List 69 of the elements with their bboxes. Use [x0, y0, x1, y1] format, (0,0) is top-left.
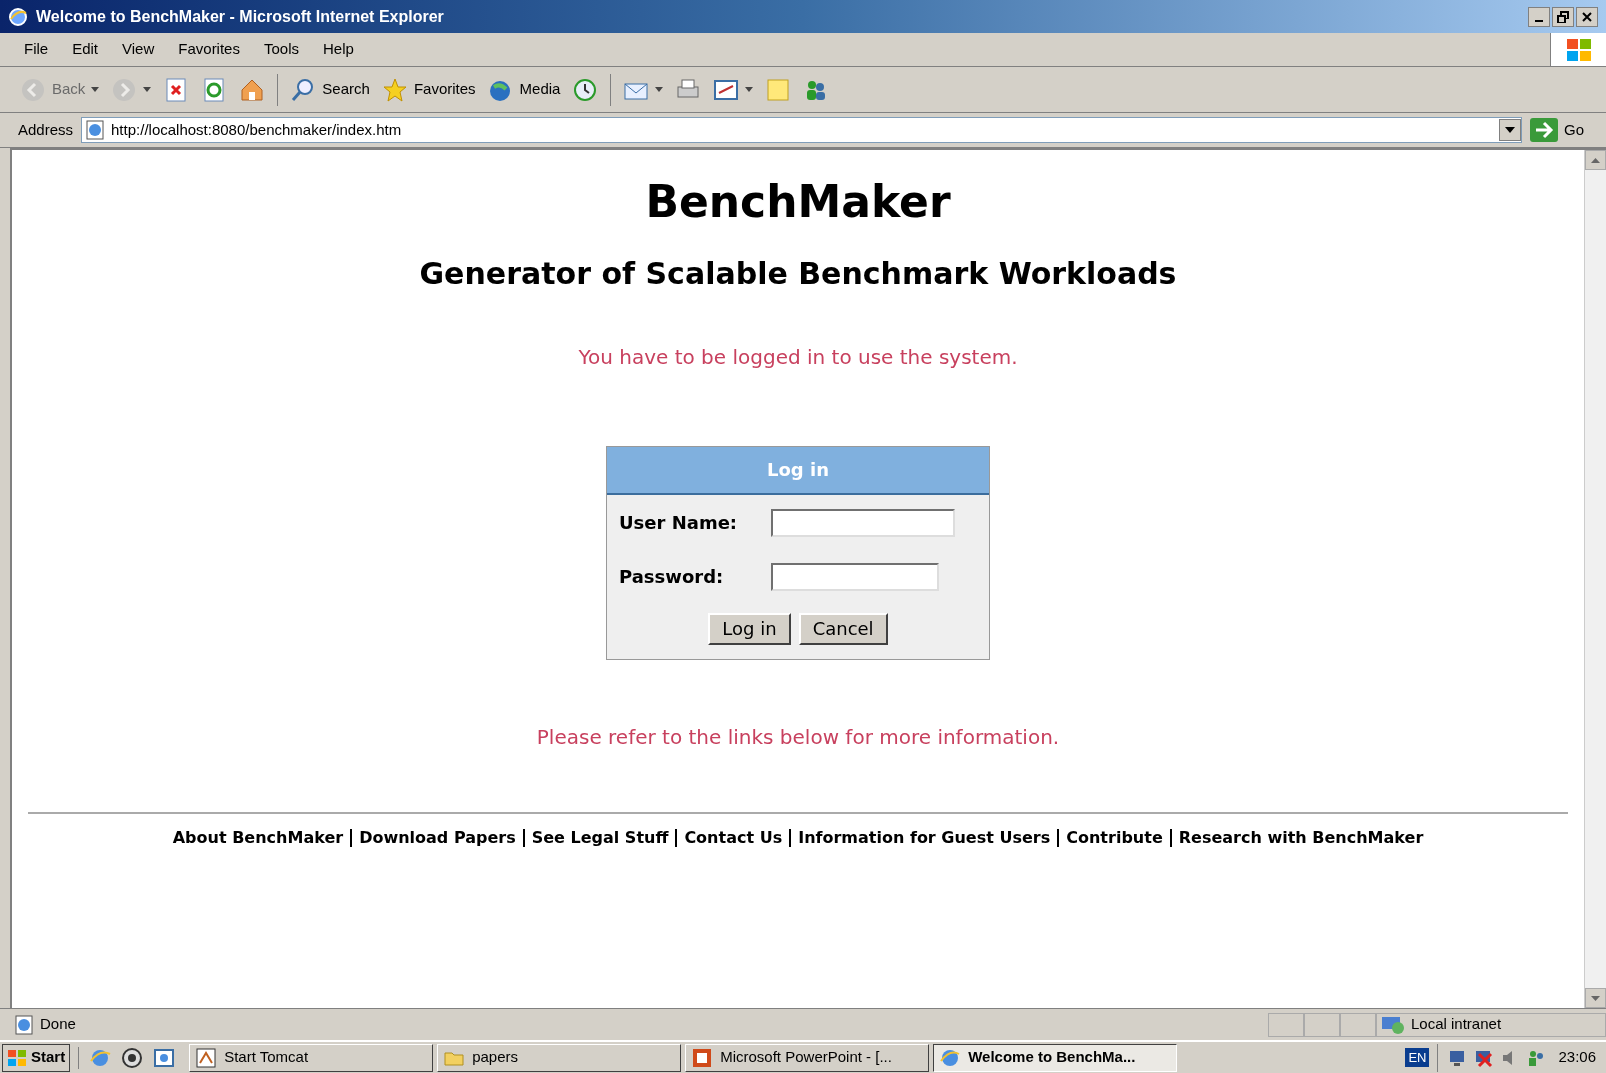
page-icon — [14, 1014, 34, 1035]
caret-icon — [655, 87, 664, 92]
caret-icon — [745, 87, 754, 92]
start-button[interactable]: Start — [2, 1043, 71, 1072]
menu-item[interactable]: Favorites — [166, 38, 252, 61]
caret-icon — [1505, 127, 1515, 133]
scroll-down-button[interactable] — [1585, 988, 1606, 1008]
up-arrow-icon — [1591, 157, 1600, 163]
caret-icon — [91, 87, 100, 92]
taskbar-button[interactable]: Start Tomcat — [189, 1043, 434, 1072]
address-label: Address — [18, 119, 74, 140]
taskbar-button[interactable]: papers — [437, 1043, 682, 1072]
slide-icon — [692, 1047, 713, 1068]
close-icon — [1582, 11, 1592, 22]
login-required-message: You have to be logged in to use the system. — [578, 343, 1018, 371]
address-field[interactable]: http://localhost:8080/benchmaker/index.htm — [81, 117, 1522, 143]
clock-icon — [572, 76, 599, 103]
footer-link[interactable]: Contact Us — [684, 825, 783, 850]
menu-item[interactable]: Tools — [251, 38, 311, 61]
dropdown-button[interactable] — [1499, 119, 1521, 141]
footer-link[interactable]: About BenchMaker — [172, 825, 344, 850]
network-icon — [1381, 1014, 1405, 1035]
taskbar-button[interactable]: Microsoft PowerPoint - [... — [685, 1043, 930, 1072]
star-icon — [381, 76, 408, 103]
field-label: Password: — [619, 565, 725, 590]
down-arrow-icon — [1591, 995, 1600, 1001]
footer-link[interactable]: Research with BenchMaker — [1178, 825, 1424, 850]
picture-frame-icon — [196, 1047, 217, 1068]
status-panel — [1304, 1012, 1340, 1037]
menu-item[interactable]: View — [110, 38, 167, 61]
window-title: Welcome to BenchMaker - Microsoft Internet Explorer — [36, 6, 444, 27]
desktop-icon[interactable] — [153, 1046, 176, 1069]
menu-item[interactable]: Help — [311, 38, 366, 61]
scroll-up-button[interactable] — [1585, 150, 1606, 170]
info-message: Please refer to the links below for more information. — [536, 723, 1060, 751]
browser-icon — [8, 6, 28, 27]
toolbar-search-button[interactable]: Search — [286, 71, 374, 108]
taskbar-button[interactable]: Welcome to BenchMa... — [933, 1043, 1178, 1072]
login-header: Log in — [607, 446, 989, 495]
go-button[interactable]: Go — [1530, 118, 1588, 142]
menu-item[interactable]: Edit — [60, 38, 111, 61]
note-icon — [765, 76, 792, 103]
login-form-button[interactable]: Cancel — [798, 612, 888, 645]
caret-icon — [143, 87, 152, 92]
toolbar-media-button[interactable]: Media — [483, 71, 565, 108]
password-field[interactable] — [771, 562, 939, 591]
footer-link[interactable]: Download Papers — [359, 825, 516, 850]
menu-item[interactable]: File — [12, 38, 61, 61]
page-subtitle: Generator of Scalable Benchmark Workloads — [419, 254, 1177, 293]
footer-link[interactable]: Information for Guest Users — [798, 825, 1051, 850]
footer-link[interactable]: See Legal Stuff — [531, 825, 669, 850]
restore-button[interactable] — [1552, 6, 1574, 27]
status-panel — [1268, 1012, 1304, 1037]
status-text: Done — [40, 1014, 76, 1035]
clock: 23:06 — [1558, 1047, 1596, 1068]
login-form-button[interactable]: Log in — [708, 612, 791, 645]
zone-text: Local intranet — [1411, 1014, 1502, 1035]
username-field[interactable] — [771, 508, 955, 537]
browser-icon — [940, 1047, 961, 1068]
page-title: BenchMaker — [645, 176, 951, 229]
footer-link[interactable]: Contribute — [1066, 825, 1163, 850]
windows-logo-icon — [1564, 36, 1593, 63]
language-indicator[interactable]: EN — [1405, 1047, 1430, 1068]
close-button[interactable] — [1576, 6, 1598, 27]
minimize-button[interactable] — [1528, 6, 1550, 27]
field-label: User Name: — [619, 511, 739, 536]
windows-logo-icon — [7, 1048, 27, 1067]
toolbar-favorites-button[interactable]: Favorites — [377, 71, 480, 108]
page-icon — [85, 120, 106, 140]
